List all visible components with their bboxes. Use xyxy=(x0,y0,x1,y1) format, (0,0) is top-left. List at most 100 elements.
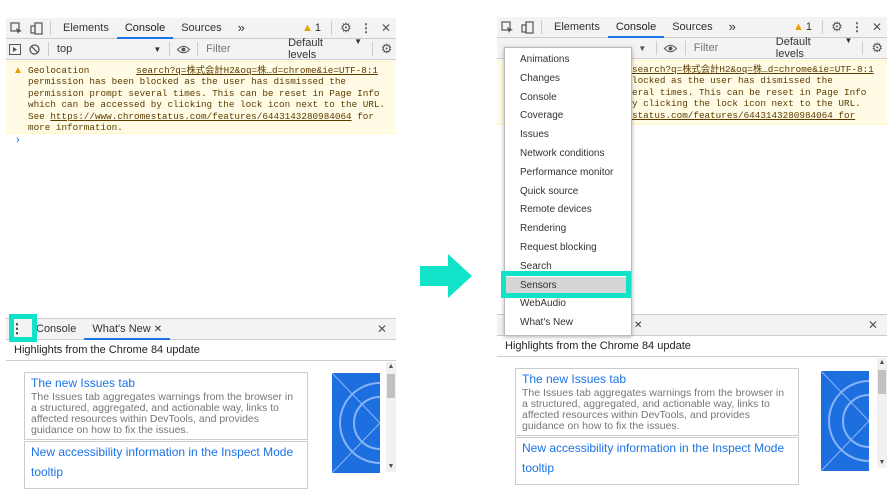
warning-source-link[interactable]: search?q=株式会計H2&oq=株…d=chrome&ie=UTF-8:1 xyxy=(136,65,378,76)
menu-item-animations[interactable]: Animations xyxy=(505,51,631,70)
feature-card: New accessibility information in the Ins… xyxy=(24,441,308,489)
menu-item-network-conditions[interactable]: Network conditions xyxy=(505,145,631,164)
menu-item-changes[interactable]: Changes xyxy=(505,70,631,89)
menu-item-remote-devices[interactable]: Remote devices xyxy=(505,201,631,220)
warning-source-link[interactable]: search?q=株式会計H2&oq=株…d=chrome&ie=UTF-8:1 xyxy=(632,64,874,75)
highlights-header: Highlights from the Chrome 84 update xyxy=(497,336,887,357)
toolbar-divider xyxy=(684,41,686,55)
more-tabs-button[interactable]: » xyxy=(230,18,253,38)
scrollbar-thumb[interactable] xyxy=(878,370,886,394)
warning-line: y clicking the lock icon next to the URL… xyxy=(632,98,861,110)
toolbar-divider xyxy=(331,21,332,35)
console-prompt[interactable]: › xyxy=(16,134,20,146)
warning-text: for xyxy=(351,110,374,122)
close-tab-icon[interactable]: ✕ xyxy=(634,320,642,331)
dropdown-arrow-icon: ▼ xyxy=(153,44,162,54)
more-tabs-button[interactable]: » xyxy=(721,17,744,37)
context-select[interactable]: top ▼ xyxy=(53,43,165,55)
menu-item-performance-monitor[interactable]: Performance monitor xyxy=(505,164,631,183)
warning-line: status.com/features/6443143280984064 for xyxy=(632,110,883,121)
scroll-up-icon[interactable]: ▲ xyxy=(877,358,887,368)
gear-icon[interactable]: ⚙ xyxy=(867,38,887,58)
tab-elements[interactable]: Elements xyxy=(546,17,608,37)
eye-icon[interactable] xyxy=(661,38,681,58)
warning-counter[interactable]: ▲ 1 xyxy=(787,21,818,33)
toolbar-divider xyxy=(50,21,51,35)
scrollbar[interactable]: ▲ ▼ xyxy=(877,358,887,468)
feature-card: New accessibility information in the Ins… xyxy=(515,437,799,485)
warning-count: 1 xyxy=(805,21,812,33)
warning-count: 1 xyxy=(314,22,321,34)
menu-item-webaudio[interactable]: WebAudio xyxy=(505,295,631,314)
inspect-element-icon[interactable] xyxy=(6,18,26,38)
drawer: ⋮ Console What's New ✕ ✕ Highlights from … xyxy=(6,318,396,490)
scroll-down-icon[interactable]: ▼ xyxy=(386,462,396,472)
toolbar-divider xyxy=(656,41,658,55)
feature-card-title-cont: tooltip xyxy=(31,465,64,479)
tab-console[interactable]: Console xyxy=(607,17,665,38)
devtools-panel-before: Elements Console Sources » ▲ 1 ⚙ ⋮ ✕ top… xyxy=(6,0,396,490)
clear-console-icon[interactable] xyxy=(25,39,44,59)
toolbar-divider xyxy=(169,42,171,56)
close-icon[interactable]: ✕ xyxy=(376,18,396,38)
menu-item-whats-new[interactable]: What's New xyxy=(505,314,631,333)
main-toolbar: Elements Console Sources » ▲ 1 ⚙ ⋮ ✕ xyxy=(6,18,396,39)
scroll-down-icon[interactable]: ▼ xyxy=(877,458,887,468)
feature-card-title-cont: tooltip xyxy=(522,461,555,475)
right-arrow-icon xyxy=(420,254,472,301)
gear-icon[interactable]: ⚙ xyxy=(336,18,356,38)
chromestatus-link[interactable]: https://www.chromestatus.com/features/64… xyxy=(50,111,351,122)
gear-icon[interactable]: ⚙ xyxy=(827,17,847,37)
kebab-menu-icon[interactable]: ⋮ xyxy=(356,18,376,38)
log-levels-select[interactable]: Default levels ▼ xyxy=(282,37,368,61)
toolbar-divider xyxy=(197,42,199,56)
menu-item-request-blocking[interactable]: Request blocking xyxy=(505,239,631,258)
geolocation-warning: ▲ search?q=株式会計H2&oq=株…d=chrome&ie=UTF-8… xyxy=(6,61,396,134)
warning-line: more information. xyxy=(28,122,123,134)
close-icon[interactable]: ✕ xyxy=(867,17,887,37)
tab-sources[interactable]: Sources xyxy=(664,17,720,37)
drawer-tab-whats-new[interactable]: What's New ✕ xyxy=(84,319,170,340)
tab-sources[interactable]: Sources xyxy=(173,18,229,38)
warning-icon: ▲ xyxy=(792,21,804,33)
close-tab-icon[interactable]: ✕ xyxy=(154,324,162,335)
feature-card-title[interactable]: New accessibility information in the Ins… xyxy=(31,445,301,459)
filter-input[interactable] xyxy=(689,41,770,55)
tab-elements[interactable]: Elements xyxy=(55,18,117,38)
warning-text: See xyxy=(28,110,51,122)
feature-card-title[interactable]: The new Issues tab xyxy=(522,372,792,386)
log-levels-label: Default levels xyxy=(775,36,811,60)
toolbar-divider xyxy=(372,42,374,56)
menu-item-quick-source[interactable]: Quick source xyxy=(505,183,631,202)
log-levels-select[interactable]: Default levels ▼ xyxy=(770,36,859,60)
scroll-up-icon[interactable]: ▲ xyxy=(386,362,396,372)
dropdown-arrow-icon[interactable]: ▼ xyxy=(633,38,653,58)
chromestatus-link[interactable]: status.com/features/6443143280984064 for xyxy=(632,110,855,121)
menu-item-rendering[interactable]: Rendering xyxy=(505,220,631,239)
menu-item-issues[interactable]: Issues xyxy=(505,126,631,145)
toolbar-divider xyxy=(862,41,864,55)
eye-icon[interactable] xyxy=(174,39,193,59)
device-toolbar-icon[interactable] xyxy=(26,18,46,38)
close-drawer-icon[interactable]: ✕ xyxy=(372,319,392,339)
gear-icon[interactable]: ⚙ xyxy=(377,39,396,59)
feature-card-title[interactable]: New accessibility information in the Ins… xyxy=(522,441,792,455)
warning-line: locked as the user has dismissed the xyxy=(632,75,833,87)
highlight-box-menu-button xyxy=(9,314,37,342)
close-drawer-icon[interactable]: ✕ xyxy=(863,315,883,335)
feature-card: The new Issues tab The Issues tab aggreg… xyxy=(24,372,308,440)
menu-item-console[interactable]: Console xyxy=(505,89,631,108)
kebab-menu-icon[interactable]: ⋮ xyxy=(847,17,867,37)
inspect-element-icon[interactable] xyxy=(497,17,517,37)
menu-item-coverage[interactable]: Coverage xyxy=(505,107,631,126)
warning-counter[interactable]: ▲ 1 xyxy=(296,22,327,34)
feature-card-title[interactable]: The new Issues tab xyxy=(31,376,301,390)
filter-input[interactable] xyxy=(202,42,283,56)
chrome-logo-graphic xyxy=(821,371,869,471)
tab-console[interactable]: Console xyxy=(116,18,174,39)
feature-card-desc: The Issues tab aggregates warnings from … xyxy=(522,387,785,432)
scrollbar-thumb[interactable] xyxy=(387,374,395,398)
sidebar-toggle-icon[interactable] xyxy=(6,39,25,59)
device-toolbar-icon[interactable] xyxy=(517,17,537,37)
scrollbar[interactable]: ▲ ▼ xyxy=(386,362,396,472)
